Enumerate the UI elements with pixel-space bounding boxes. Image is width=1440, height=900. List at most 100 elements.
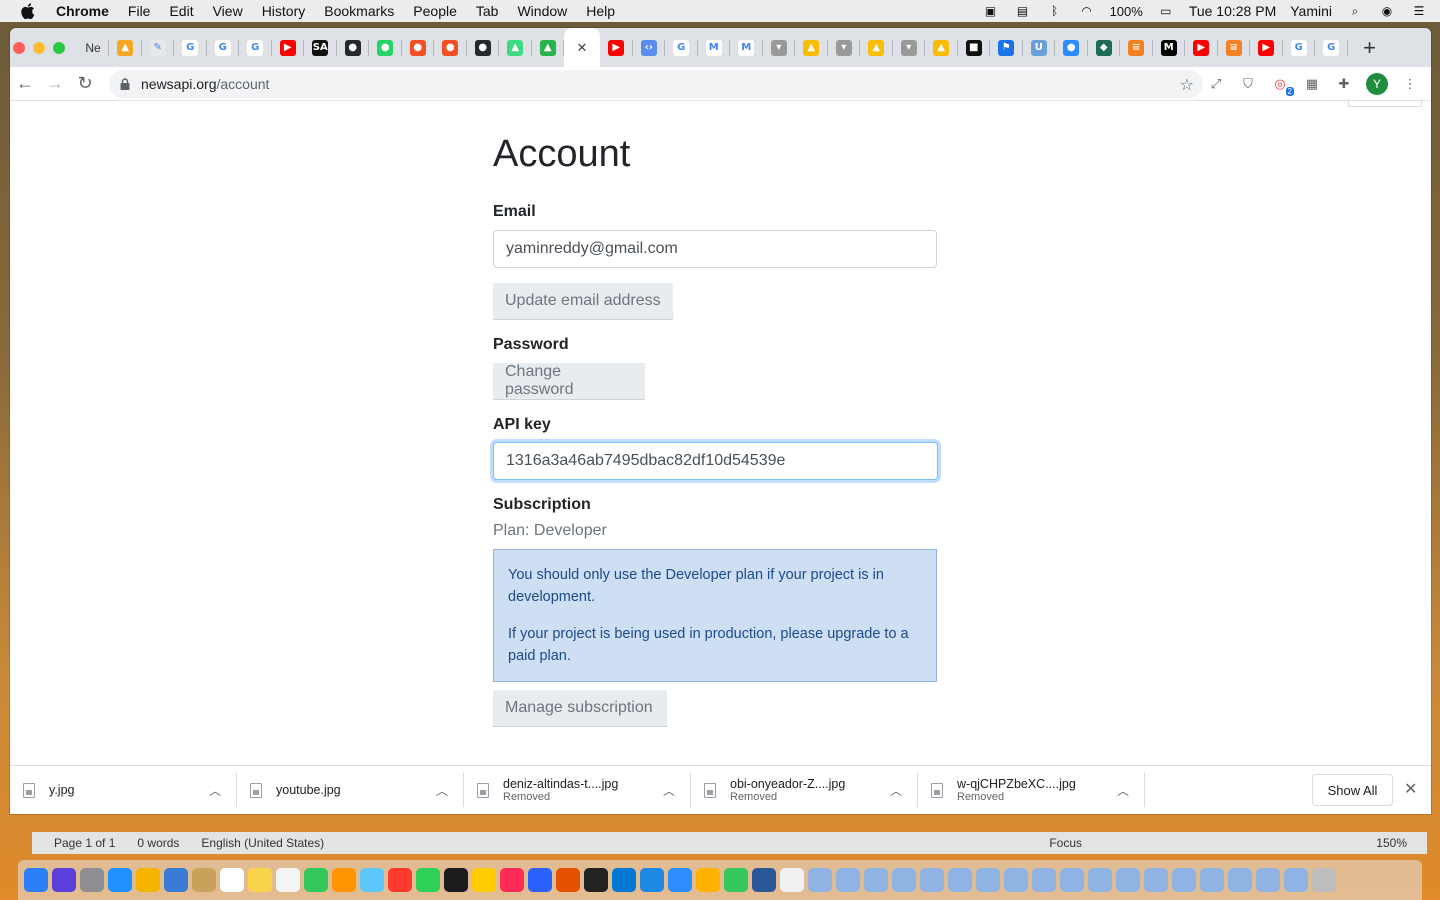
- docker-icon[interactable]: ▤: [1014, 4, 1032, 18]
- chevron-up-icon[interactable]: ︿: [436, 782, 448, 799]
- browser-tab[interactable]: ◆: [1088, 28, 1121, 67]
- dock-app-icon[interactable]: [1116, 868, 1140, 892]
- extension-shield-icon[interactable]: ⛉: [1238, 74, 1258, 94]
- dock-app-icon[interactable]: [164, 868, 188, 892]
- browser-tab[interactable]: ■: [958, 28, 991, 67]
- download-item[interactable]: obi-onyeador-Z....jpg Removed ︿: [691, 766, 918, 815]
- chrome-menu-icon[interactable]: ⋮: [1400, 74, 1420, 94]
- menu-app-name[interactable]: Chrome: [56, 3, 109, 19]
- dock-app-icon[interactable]: [668, 868, 692, 892]
- browser-tab[interactable]: ≡: [1218, 28, 1251, 67]
- browser-tab[interactable]: G: [174, 28, 207, 67]
- forward-icon[interactable]: →: [40, 70, 70, 98]
- bookmark-star-icon[interactable]: ☆: [1180, 75, 1194, 95]
- dock-app-icon[interactable]: [920, 868, 944, 892]
- dock-app-icon[interactable]: [500, 868, 524, 892]
- close-icon[interactable]: ✕: [1404, 779, 1417, 799]
- browser-tab[interactable]: ▶: [272, 28, 305, 67]
- dock-app-icon[interactable]: [444, 868, 468, 892]
- lock-icon[interactable]: [120, 77, 132, 91]
- minimize-window-button[interactable]: [33, 41, 45, 54]
- dock-app-icon[interactable]: [304, 868, 328, 892]
- active-tab[interactable]: ✕: [564, 28, 600, 67]
- dock-app-icon[interactable]: [108, 868, 132, 892]
- zoom-window-button[interactable]: [53, 41, 65, 54]
- word-page-count[interactable]: Page 1 of 1: [54, 836, 115, 850]
- dock-app-icon[interactable]: [1172, 868, 1196, 892]
- menu-history[interactable]: History: [262, 3, 306, 19]
- apple-icon[interactable]: [20, 3, 36, 19]
- dock-app-icon[interactable]: [416, 868, 440, 892]
- dock-app-icon[interactable]: [976, 868, 1000, 892]
- browser-tab[interactable]: G: [239, 28, 272, 67]
- dock-app-icon[interactable]: [556, 868, 580, 892]
- menu-clock[interactable]: Tue 10:28 PM: [1189, 3, 1276, 19]
- browser-tab[interactable]: ▶: [1185, 28, 1218, 67]
- chevron-up-icon[interactable]: ︿: [1117, 782, 1129, 799]
- browser-tab[interactable]: SA: [304, 28, 337, 67]
- word-language[interactable]: English (United States): [201, 836, 324, 850]
- word-zoom-level[interactable]: 150%: [1376, 836, 1407, 850]
- dock-app-icon[interactable]: [528, 868, 552, 892]
- browser-tab[interactable]: ▾: [828, 28, 861, 67]
- update-email-button[interactable]: Update email address: [493, 283, 673, 320]
- dock-app-icon[interactable]: [752, 868, 776, 892]
- dock-app-icon[interactable]: [1256, 868, 1280, 892]
- browser-tab[interactable]: ≡: [1120, 28, 1153, 67]
- menu-bookmarks[interactable]: Bookmarks: [324, 3, 394, 19]
- dock-app-icon[interactable]: [1060, 868, 1084, 892]
- battery-icon[interactable]: ▭: [1157, 4, 1175, 18]
- dock-app-icon[interactable]: [360, 868, 384, 892]
- menu-file[interactable]: File: [128, 3, 151, 19]
- download-item[interactable]: y.jpg ︿: [10, 766, 237, 815]
- browser-tab[interactable]: ▲: [109, 28, 142, 67]
- tab-news[interactable]: Ne: [77, 28, 109, 67]
- profile-avatar[interactable]: Y: [1366, 73, 1388, 95]
- browser-tab[interactable]: ▶: [1250, 28, 1283, 67]
- browser-tab[interactable]: M: [698, 28, 731, 67]
- dock-app-icon[interactable]: [1312, 868, 1336, 892]
- extension-puzzle-box-icon[interactable]: ▦: [1302, 74, 1322, 94]
- browser-tab[interactable]: ▲: [795, 28, 828, 67]
- download-item[interactable]: deniz-altindas-t....jpg Removed ︿: [464, 766, 691, 815]
- browser-tab[interactable]: ⚑: [990, 28, 1023, 67]
- dock-app-icon[interactable]: [1032, 868, 1056, 892]
- dock-app-icon[interactable]: [332, 868, 356, 892]
- dock-app-icon[interactable]: [1200, 868, 1224, 892]
- dock-app-icon[interactable]: [1088, 868, 1112, 892]
- dock-app-icon[interactable]: [388, 868, 412, 892]
- spotlight-search-icon[interactable]: ⌕: [1346, 4, 1364, 18]
- browser-tab[interactable]: ▲: [532, 28, 565, 67]
- dock-app-icon[interactable]: [1284, 868, 1308, 892]
- extensions-puzzle-icon[interactable]: ✚: [1334, 74, 1354, 94]
- dock-app-icon[interactable]: [864, 868, 888, 892]
- dock-app-icon[interactable]: [136, 868, 160, 892]
- menu-people[interactable]: People: [413, 3, 457, 19]
- dock-app-icon[interactable]: [640, 868, 664, 892]
- chevron-up-icon[interactable]: ︿: [209, 782, 221, 799]
- browser-tab[interactable]: ▲: [860, 28, 893, 67]
- extension-link-icon[interactable]: ⤢: [1206, 74, 1226, 94]
- browser-tab[interactable]: ✎: [142, 28, 175, 67]
- browser-tab[interactable]: G: [1315, 28, 1348, 67]
- chevron-up-icon[interactable]: ︿: [663, 782, 675, 799]
- dock-app-icon[interactable]: [1144, 868, 1168, 892]
- dock-app-icon[interactable]: [724, 868, 748, 892]
- word-focus-button[interactable]: Focus: [1049, 836, 1082, 850]
- browser-tab[interactable]: ●: [369, 28, 402, 67]
- menu-window[interactable]: Window: [517, 3, 567, 19]
- close-tab-icon[interactable]: ✕: [577, 40, 588, 56]
- email-field[interactable]: yaminreddy@gmail.com: [493, 230, 937, 268]
- zoom-status-icon[interactable]: ▣: [982, 4, 1000, 18]
- dock-app-icon[interactable]: [24, 868, 48, 892]
- chevron-up-icon[interactable]: ︿: [890, 782, 902, 799]
- browser-tab[interactable]: ●: [337, 28, 370, 67]
- menu-view[interactable]: View: [213, 3, 243, 19]
- menu-edit[interactable]: Edit: [169, 3, 193, 19]
- browser-tab[interactable]: ●: [434, 28, 467, 67]
- menu-tab[interactable]: Tab: [476, 3, 499, 19]
- manage-subscription-button[interactable]: Manage subscription: [493, 690, 667, 727]
- browser-tab[interactable]: U: [1023, 28, 1056, 67]
- browser-tab[interactable]: ▾: [763, 28, 796, 67]
- browser-tab[interactable]: ▶: [600, 28, 633, 67]
